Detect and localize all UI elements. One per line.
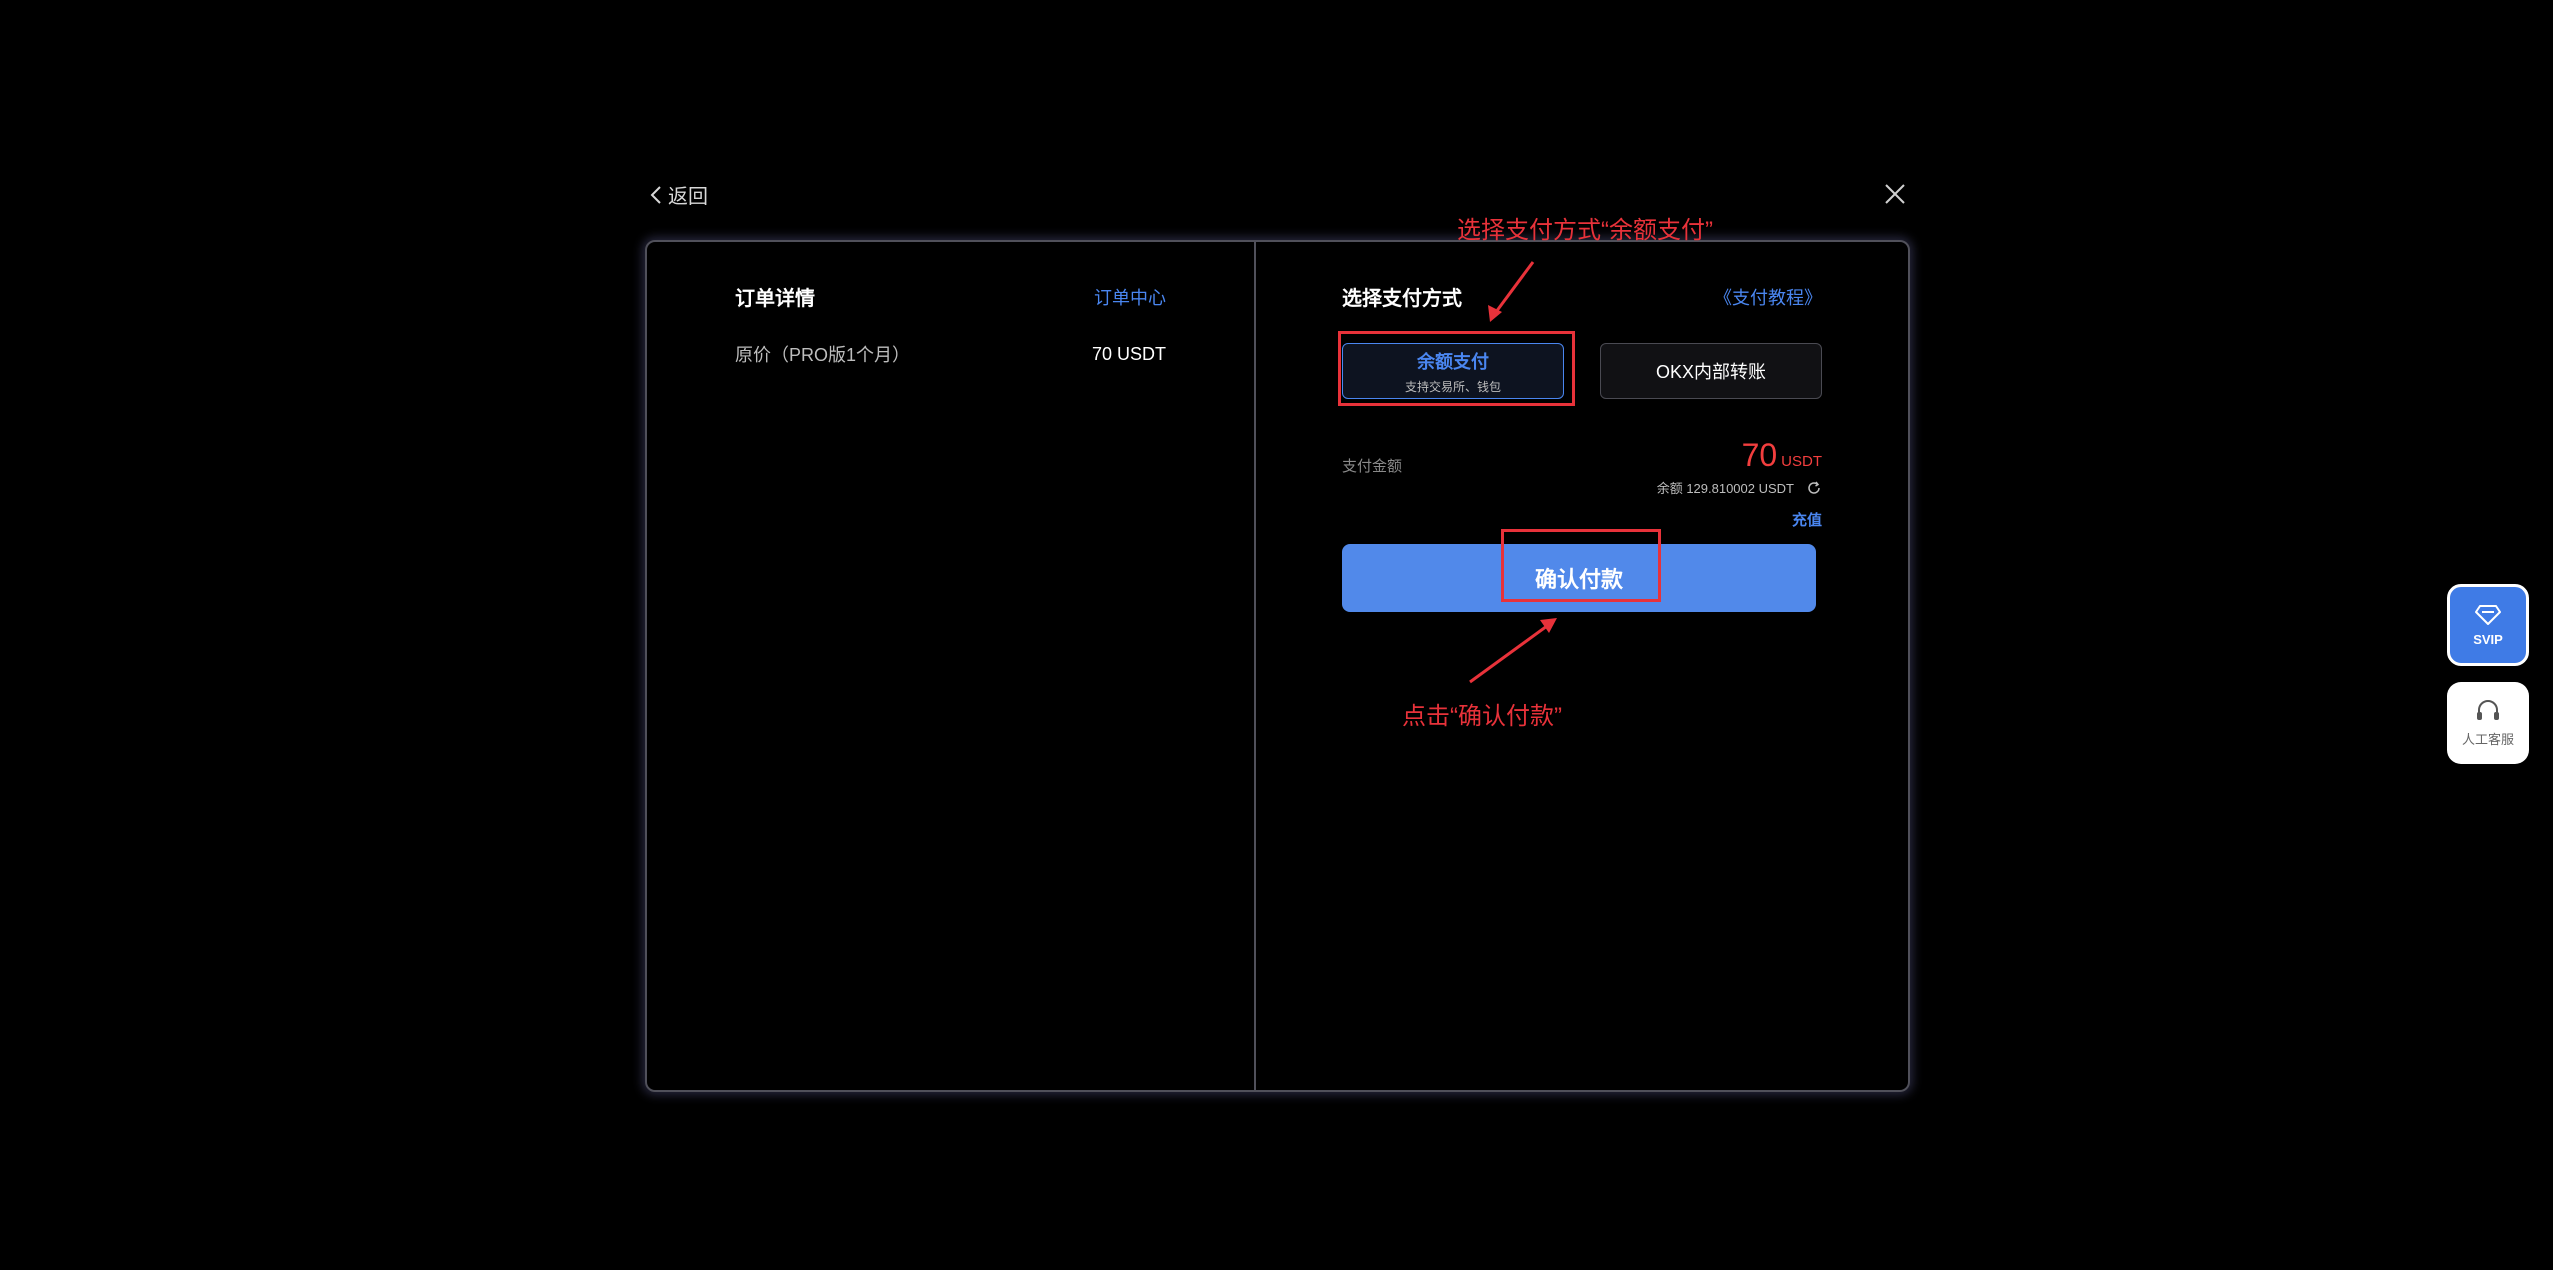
payment-modal: 订单详情 订单中心 原价（PRO版1个月） 70 USDT 选择支付方式 《支付… <box>645 240 1910 1092</box>
okx-transfer-label: OKX内部转账 <box>1655 362 1766 382</box>
headset-icon <box>2477 699 2499 720</box>
payment-method-panel: 选择支付方式 《支付教程》 余额支付 支持交易所、钱包 OKX内部转账 支付金额… <box>1256 242 1908 1090</box>
order-center-link[interactable]: 订单中心 <box>1094 284 1166 310</box>
back-link[interactable]: 返回 <box>648 180 708 209</box>
refresh-icon[interactable] <box>1806 480 1822 496</box>
order-line-label: 原价（PRO版1个月） <box>735 345 911 365</box>
amount-block: 支付金额 70 USDT 余额 129.810002 USDT 充值 <box>1342 437 1822 530</box>
payment-method-title: 选择支付方式 <box>1342 288 1462 310</box>
balance-text: 余额 129.810002 USDT <box>1656 481 1794 496</box>
payment-tutorial-link[interactable]: 《支付教程》 <box>1714 284 1822 310</box>
svip-button[interactable]: SVIP <box>2447 584 2529 666</box>
close-button[interactable] <box>1882 181 1908 207</box>
close-icon <box>1885 184 1905 204</box>
annotation-note-bottom: 点击“确认付款” <box>1402 703 1562 730</box>
balance-payment-sub: 支持交易所、钱包 <box>1404 379 1501 394</box>
annotation-note-top: 选择支付方式“余额支付” <box>1457 217 1713 244</box>
customer-service-button[interactable]: 人工客服 <box>2447 682 2529 764</box>
order-line-value: 70 USDT <box>1091 343 1166 364</box>
chevron-left-icon <box>650 185 661 204</box>
balance-payment-option[interactable]: 余额支付 支持交易所、钱包 <box>1342 343 1564 399</box>
order-details-title: 订单详情 <box>735 288 815 310</box>
amount-value: 70 <box>1741 437 1778 473</box>
payment-options: 余额支付 支持交易所、钱包 OKX内部转账 <box>1342 343 1822 399</box>
okx-transfer-option[interactable]: OKX内部转账 <box>1600 343 1822 399</box>
confirm-payment-button[interactable]: 确认付款 <box>1342 544 1816 612</box>
amount-label: 支付金额 <box>1342 458 1403 475</box>
order-line-item: 原价（PRO版1个月） 70 USDT <box>735 341 1166 367</box>
customer-service-label: 人工客服 <box>2461 731 2514 747</box>
confirm-payment-label: 确认付款 <box>1534 567 1623 592</box>
back-label: 返回 <box>668 186 708 208</box>
diamond-icon <box>2475 604 2501 625</box>
amount-unit: USDT <box>1781 453 1822 470</box>
recharge-link[interactable]: 充值 <box>1657 509 1822 530</box>
svip-label: SVIP <box>2473 631 2503 647</box>
order-details-panel: 订单详情 订单中心 原价（PRO版1个月） 70 USDT <box>647 242 1256 1090</box>
balance-payment-label: 余额支付 <box>1417 351 1489 372</box>
